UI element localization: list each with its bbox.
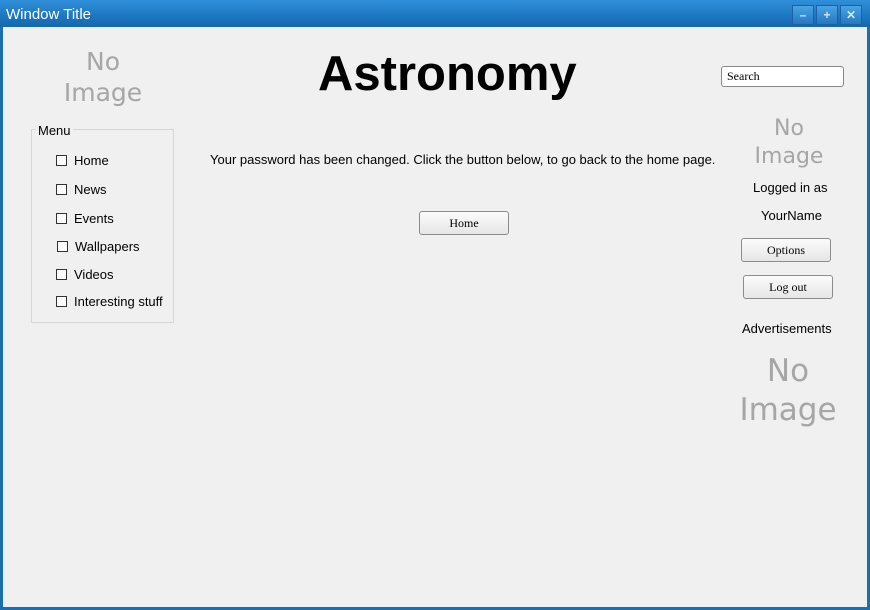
checkbox-icon[interactable] bbox=[57, 240, 68, 252]
avatar-placeholder-line2: Image bbox=[754, 143, 824, 169]
menu-item-label: Interesting stuff bbox=[74, 293, 163, 309]
advertisement-image-placeholder: No Image bbox=[733, 352, 843, 430]
maximize-icon: + bbox=[823, 8, 831, 22]
avatar-image-placeholder: No Image bbox=[744, 115, 834, 170]
logo-placeholder-line1: No bbox=[86, 47, 120, 76]
close-button[interactable]: ✕ bbox=[840, 5, 862, 25]
close-icon: ✕ bbox=[845, 8, 857, 22]
menu-item-label: Home bbox=[74, 152, 109, 168]
ad-placeholder-line1: No bbox=[766, 353, 810, 389]
menu-item-label: Wallpapers bbox=[75, 238, 140, 254]
window-title: Window Title bbox=[6, 6, 92, 23]
menu-item-label: Videos bbox=[74, 266, 114, 282]
confirmation-message: Your password has been changed. Click th… bbox=[210, 152, 716, 167]
menu-item-label: Events bbox=[74, 210, 114, 226]
menu-legend: Menu bbox=[36, 123, 73, 138]
menu-item-events[interactable]: Events bbox=[56, 210, 114, 226]
advertisements-heading: Advertisements bbox=[742, 321, 832, 336]
menu-item-wallpapers[interactable]: Wallpapers bbox=[57, 238, 140, 254]
log-out-button[interactable]: Log out bbox=[743, 275, 833, 299]
checkbox-icon[interactable] bbox=[56, 295, 67, 307]
search-input[interactable] bbox=[721, 66, 844, 87]
checkbox-icon[interactable] bbox=[56, 268, 67, 280]
maximize-button[interactable]: + bbox=[816, 5, 838, 25]
checkbox-icon[interactable] bbox=[56, 183, 67, 195]
menu-item-home[interactable]: Home bbox=[56, 152, 109, 168]
user-name: YourName bbox=[761, 208, 822, 223]
menu-item-news[interactable]: News bbox=[56, 181, 107, 197]
minimize-icon: – bbox=[799, 8, 807, 22]
checkbox-icon[interactable] bbox=[56, 212, 67, 224]
avatar-placeholder-line1: No bbox=[774, 116, 804, 141]
menu-item-interesting-stuff[interactable]: Interesting stuff bbox=[56, 293, 163, 309]
logo-placeholder-line2: Image bbox=[63, 78, 143, 108]
ad-placeholder-line2: Image bbox=[739, 391, 837, 428]
logo-image-placeholder: No Image bbox=[58, 46, 148, 109]
options-button[interactable]: Options bbox=[741, 238, 831, 262]
home-button[interactable]: Home bbox=[419, 211, 509, 235]
minimize-button[interactable]: – bbox=[792, 5, 814, 25]
menu-item-videos[interactable]: Videos bbox=[56, 266, 114, 282]
title-bar[interactable]: Window Title – + ✕ bbox=[0, 0, 870, 27]
page-title: Astronomy bbox=[318, 47, 577, 101]
checkbox-icon[interactable] bbox=[56, 154, 67, 166]
logged-in-label: Logged in as bbox=[753, 180, 828, 195]
menu-item-label: News bbox=[74, 181, 107, 197]
